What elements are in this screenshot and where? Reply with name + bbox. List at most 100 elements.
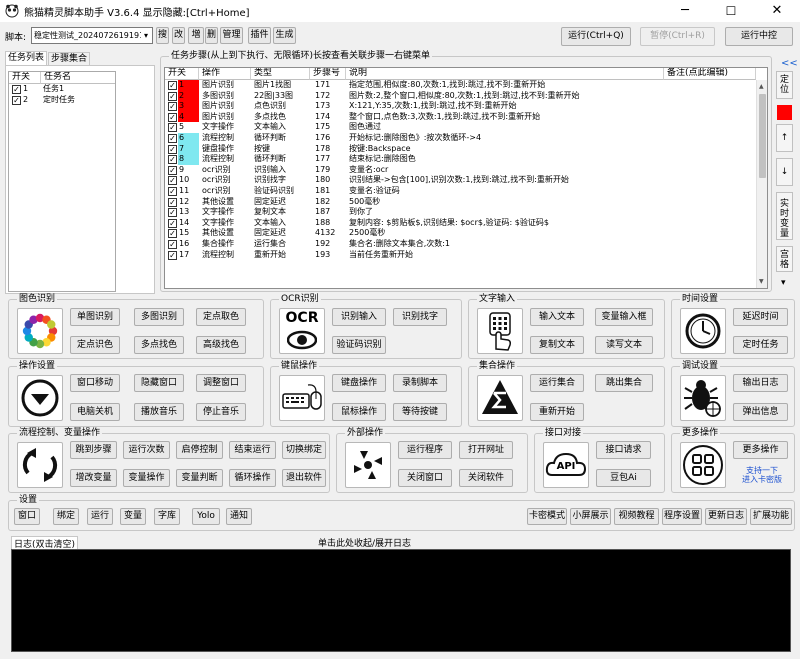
step-note[interactable] [665,91,755,102]
settings-card-mode-button[interactable]: 卡密模式 [527,508,567,525]
step-note[interactable] [665,197,755,208]
step-row[interactable]: ✓ 11 ocr识别 验证码识别 181 变量名:验证码 [165,186,756,197]
grid-button[interactable]: 宫格 [776,246,793,272]
move-down-button[interactable]: ↓ [776,158,793,186]
step-row[interactable]: ✓ 4 图片识别 多点找色 174 整个窗口,点色数:3,次数:1,找到:跳过,找不到:重… [165,111,756,123]
end-run-button[interactable]: 结束运行 [229,441,276,459]
more-operations-button[interactable]: 更多操作 [733,441,788,459]
scheduled-task-button[interactable]: 定时任务 [733,336,788,354]
script-select[interactable]: 稳定性测试_20240726191919 ▾ [31,27,153,44]
wait-key-button[interactable]: 等待按键 [393,403,447,421]
open-url-button[interactable]: 打开网址 [459,441,513,459]
close-button[interactable]: ✕ [754,0,800,22]
settings-font-lib-button[interactable]: 字库 [154,508,180,525]
switch-bind-button[interactable]: 切换绑定 [282,441,326,459]
plugin-button[interactable]: 插件 [248,27,271,44]
live-variable-button[interactable]: 实时变量 [776,192,793,240]
settings-update-log-button[interactable]: 更新日志 [705,508,747,525]
api-request-button[interactable]: 接口请求 [596,441,651,459]
step-checkbox[interactable]: ✓ [168,208,177,218]
identify-color-button[interactable]: 定点识色 [70,336,120,354]
settings-window-button[interactable]: 窗口 [14,508,40,525]
multi-point-color-button[interactable]: 多点找色 [134,336,184,354]
step-note[interactable] [665,239,755,250]
add-modify-variable-button[interactable]: 增改变量 [70,469,117,487]
step-note[interactable] [665,133,755,144]
stop-music-button[interactable]: 停止音乐 [196,403,246,421]
step-checkbox[interactable]: ✓ [168,123,177,133]
run-program-button[interactable]: 运行程序 [398,441,452,459]
delay-time-button[interactable]: 延迟时间 [733,308,788,326]
start-stop-control-button[interactable]: 启停控制 [176,441,223,459]
play-music-button[interactable]: 播放音乐 [134,403,184,421]
step-row[interactable]: ✓ 6 流程控制 循环判断 176 开始标记:删除图色》:按次数循环->4 [165,133,756,144]
advanced-color-button[interactable]: 高级找色 [196,336,246,354]
window-move-button[interactable]: 窗口移动 [70,374,120,392]
run-count-button[interactable]: 运行次数 [123,441,170,459]
adjust-window-button[interactable]: 调整窗口 [196,374,246,392]
task-checkbox[interactable]: ✓ [12,95,21,105]
jump-step-button[interactable]: 跳到步骤 [70,441,117,459]
vertical-scrollbar[interactable]: ▲ ▼ [756,80,767,288]
step-note[interactable] [665,186,755,197]
close-software-button[interactable]: 关闭软件 [459,469,513,487]
step-note[interactable] [665,101,755,112]
step-checkbox[interactable]: ✓ [168,165,177,175]
ocr-find-text-button[interactable]: 识别找字 [393,308,447,326]
settings-notify-button[interactable]: 通知 [226,508,252,525]
step-row[interactable]: ✓ 17 流程控制 重新开始 193 当前任务重新开始 [165,250,756,261]
step-checkbox[interactable]: ✓ [168,176,177,186]
pick-color-button[interactable]: 定点取色 [196,308,246,326]
step-checkbox[interactable]: ✓ [168,81,177,90]
settings-variable-button[interactable]: 变量 [120,508,146,525]
step-row[interactable]: ✓ 15 其他设置 固定延迟 4132 2500毫秒 [165,228,756,239]
step-checkbox[interactable]: ✓ [168,144,177,154]
variable-input-box-button[interactable]: 变量输入框 [595,308,653,326]
step-row[interactable]: ✓ 12 其他设置 固定延迟 182 500毫秒 [165,197,756,208]
step-row[interactable]: ✓ 8 流程控制 循环判断 177 结束标记:删除图色 [165,154,756,165]
step-note[interactable] [665,122,755,133]
move-up-button[interactable]: ↑ [776,124,793,152]
mouse-op-button[interactable]: 鼠标操作 [332,403,386,421]
manage-button[interactable]: 管理 [220,27,243,44]
add-script-button[interactable]: 増 [188,27,204,44]
step-checkbox[interactable]: ✓ [168,218,177,228]
step-note[interactable] [665,165,755,176]
captcha-button[interactable]: 验证码识别 [332,336,386,354]
step-note[interactable] [665,112,755,123]
step-checkbox[interactable]: ✓ [168,102,177,112]
rename-script-button[interactable]: 改 [172,27,185,44]
step-row[interactable]: ✓ 1 图片识别 图片1找图 171 指定范围,相似度:80,次数:1,找到:跳过,找不到… [165,80,756,91]
step-checkbox[interactable]: ✓ [168,155,177,165]
settings-video-tutorial-button[interactable]: 视频教程 [614,508,659,525]
read-write-text-button[interactable]: 读写文本 [595,336,653,354]
step-note[interactable] [665,80,755,91]
step-note[interactable] [665,175,755,186]
step-row[interactable]: ✓ 2 多图识别 22图|33图 172 图片数:2,整个窗口,相似度:80,次数:1,找… [165,90,756,102]
log-toggle[interactable]: 单击此处收起/展开日志 [318,536,411,549]
pause-button[interactable]: 暂停(Ctrl+R) [640,27,715,46]
step-row[interactable]: ✓ 14 文字操作 文本输入 188 复制内容: $剪贴板$,识别结果: $ocr$,验证… [165,218,756,229]
locate-button[interactable]: 定位 [776,71,793,99]
step-note[interactable] [665,207,755,218]
task-row[interactable]: ✓ 2 定时任务 [9,95,115,106]
restart-button[interactable]: 重新开始 [530,403,584,421]
step-note[interactable] [665,154,755,165]
settings-yolo-button[interactable]: Yolo [192,508,220,525]
multi-image-button[interactable]: 多图识别 [134,308,184,326]
settings-program-settings-button[interactable]: 程序设置 [662,508,702,525]
step-note[interactable] [665,228,755,239]
step-note[interactable] [665,218,755,229]
copy-text-button[interactable]: 复制文本 [530,336,584,354]
task-checkbox[interactable]: ✓ [12,85,21,94]
step-row[interactable]: ✓ 3 图片识别 点色识别 173 X:121,Y:35,次数:1,找到:跳过,找不到:重… [165,101,756,112]
ocr-input-button[interactable]: 识别输入 [332,308,386,326]
settings-extensions-button[interactable]: 扩展功能 [750,508,792,525]
hide-window-button[interactable]: 隐藏窗口 [134,374,184,392]
tab-task-list[interactable]: 任务列表 [5,51,47,65]
single-image-button[interactable]: 单图识别 [70,308,120,326]
popup-info-button[interactable]: 弹出信息 [733,403,788,421]
input-text-button[interactable]: 输入文本 [530,308,584,326]
settings-run-button[interactable]: 运行 [87,508,113,525]
task-row[interactable]: ✓ 1 任务1 [9,84,115,95]
